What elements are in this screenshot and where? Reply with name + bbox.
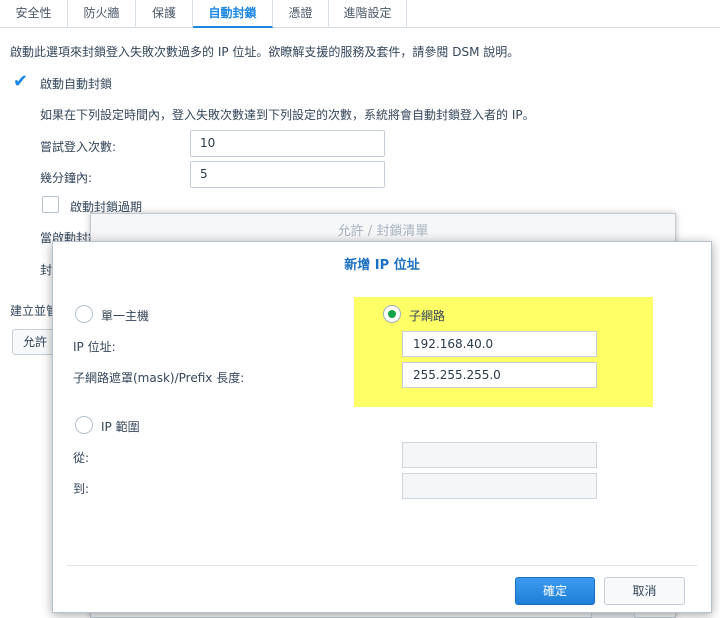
tab-advanced[interactable]: 進階設定 (329, 0, 407, 28)
add-ip-dialog: 新增 IP 位址 單一主機 子網路 IP 位址: 192.168.40.0 子網… (52, 241, 712, 613)
range-to-label: 到: (73, 482, 90, 496)
subnet-mask-label: 子網路遮罩(mask)/Prefix 長度: (73, 371, 245, 385)
block-partial-label: 封 (40, 263, 53, 277)
ip-address-input[interactable]: 192.168.40.0 (402, 331, 597, 357)
tab-security[interactable]: 安全性 (0, 0, 68, 28)
autoblock-rule-text: 如果在下列設定時間內，登入失敗次數達到下列設定的次數，系統將會自動封鎖登入者的 … (40, 108, 535, 122)
attempts-label: 嘗試登入次數: (40, 140, 117, 154)
autoblock-description: 啟動此選項來封鎖登入失敗次數過多的 IP 位址。欲瞭解支援的服務及套件，請參閱 … (10, 45, 520, 59)
single-host-label: 單一主機 (101, 309, 150, 323)
ok-button[interactable]: 確定 (515, 577, 595, 605)
tab-auto-block[interactable]: 自動封鎖 (193, 0, 273, 28)
checkmark-icon: ✔ (13, 71, 29, 92)
range-from-input[interactable] (402, 442, 597, 468)
single-host-radio[interactable] (75, 305, 93, 323)
add-ip-dialog-title: 新增 IP 位址 (53, 242, 711, 288)
tab-bar: 安全性 防火牆 保護 自動封鎖 憑證 進階設定 (0, 0, 720, 28)
enable-expiry-checkbox[interactable] (42, 196, 59, 213)
minutes-label: 幾分鐘內: (40, 171, 93, 185)
dialog-footer-divider (67, 565, 697, 566)
subnet-radio[interactable] (383, 305, 401, 323)
cancel-button[interactable]: 取消 (604, 577, 685, 605)
tab-certificate[interactable]: 憑證 (273, 0, 329, 28)
manage-list-partial-label: 建立並管 (10, 304, 59, 318)
attempts-input[interactable]: 10 (190, 130, 385, 157)
tab-firewall[interactable]: 防火牆 (68, 0, 136, 28)
range-from-label: 從: (73, 451, 90, 465)
minutes-input[interactable]: 5 (190, 161, 385, 188)
ip-range-radio[interactable] (75, 416, 93, 434)
enable-autoblock-checkbox[interactable]: ✔ (12, 71, 29, 92)
subnet-label: 子網路 (409, 309, 446, 323)
range-to-input[interactable] (402, 473, 597, 499)
subnet-mask-input[interactable]: 255.255.255.0 (402, 362, 597, 388)
ip-address-label: IP 位址: (73, 340, 116, 354)
enable-autoblock-label: 啟動自動封鎖 (40, 77, 113, 91)
ip-range-label: IP 範圍 (101, 420, 140, 434)
tab-protection[interactable]: 保護 (136, 0, 193, 28)
